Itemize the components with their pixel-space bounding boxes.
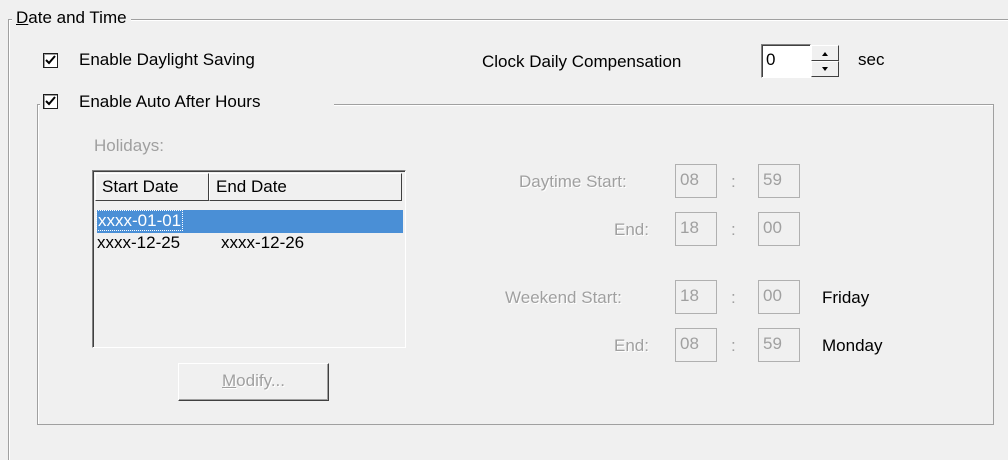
daytime-end-label: End:: [614, 220, 649, 239]
weekend-start-minute-input[interactable]: 00: [758, 280, 800, 314]
start-date-cell: xxxx-12-25: [97, 233, 181, 252]
start-date-cell: xxxx-01-01: [95, 210, 184, 231]
weekend-end-label: End:: [614, 336, 649, 355]
daytime-start-hour-input[interactable]: 08: [675, 164, 717, 198]
holidays-label: Holidays:: [94, 136, 164, 155]
daytime-start-label: Daytime Start:: [519, 172, 627, 191]
time-separator: :: [731, 220, 736, 239]
table-row[interactable]: xxxx-12-26: [221, 231, 304, 255]
clock-compensation-input[interactable]: 0: [761, 44, 811, 78]
spin-down-button[interactable]: [811, 61, 839, 77]
arrow-down-icon: [822, 67, 828, 71]
enable-auto-after-hours-checkbox[interactable]: [43, 94, 58, 109]
weekend-end-minute-input[interactable]: 59: [758, 328, 800, 362]
table-row[interactable]: xxxx-01-01: [95, 209, 217, 233]
time-separator: :: [731, 172, 736, 191]
checkmark-icon: [45, 55, 56, 65]
clock-compensation-unit: sec: [858, 50, 885, 69]
weekend-start-hour-input[interactable]: 18: [675, 280, 717, 314]
spin-up-button[interactable]: [811, 45, 839, 61]
clock-compensation-label: Clock Daily Compensation: [482, 52, 682, 71]
weekend-start-day: Friday: [822, 288, 870, 307]
weekend-end-hour-input[interactable]: 08: [675, 328, 717, 362]
daytime-end-hour-input[interactable]: 18: [675, 212, 717, 246]
column-header-end-date[interactable]: End Date: [209, 173, 402, 201]
time-separator: :: [731, 336, 736, 355]
column-header-start-date[interactable]: Start Date: [95, 173, 209, 201]
weekend-start-label: Weekend Start:: [505, 288, 622, 307]
daytime-end-minute-input[interactable]: 00: [758, 212, 800, 246]
holidays-list[interactable]: Start Date End Date xxxx-01-01 xxxx-12-2…: [92, 170, 406, 348]
enable-daylight-saving-label[interactable]: Enable Daylight Saving: [79, 50, 255, 70]
enable-daylight-saving-checkbox[interactable]: [43, 53, 58, 68]
modify-button-label: odify...: [236, 371, 285, 390]
modify-button[interactable]: Modify...: [178, 363, 329, 401]
table-row[interactable]: xxxx-12-25: [97, 231, 180, 255]
enable-auto-after-hours-label[interactable]: Enable Auto After Hours: [79, 92, 260, 112]
time-separator: :: [731, 288, 736, 307]
checkmark-icon: [45, 96, 56, 106]
date-time-group-label: Date and Time: [12, 8, 131, 28]
date-time-label-text: ate and Time: [28, 8, 127, 27]
clock-compensation-spinner[interactable]: [811, 44, 839, 78]
weekend-end-day: Monday: [822, 336, 883, 355]
arrow-up-icon: [822, 52, 828, 56]
daytime-start-minute-input[interactable]: 59: [758, 164, 800, 198]
end-date-cell: xxxx-12-26: [221, 233, 305, 252]
